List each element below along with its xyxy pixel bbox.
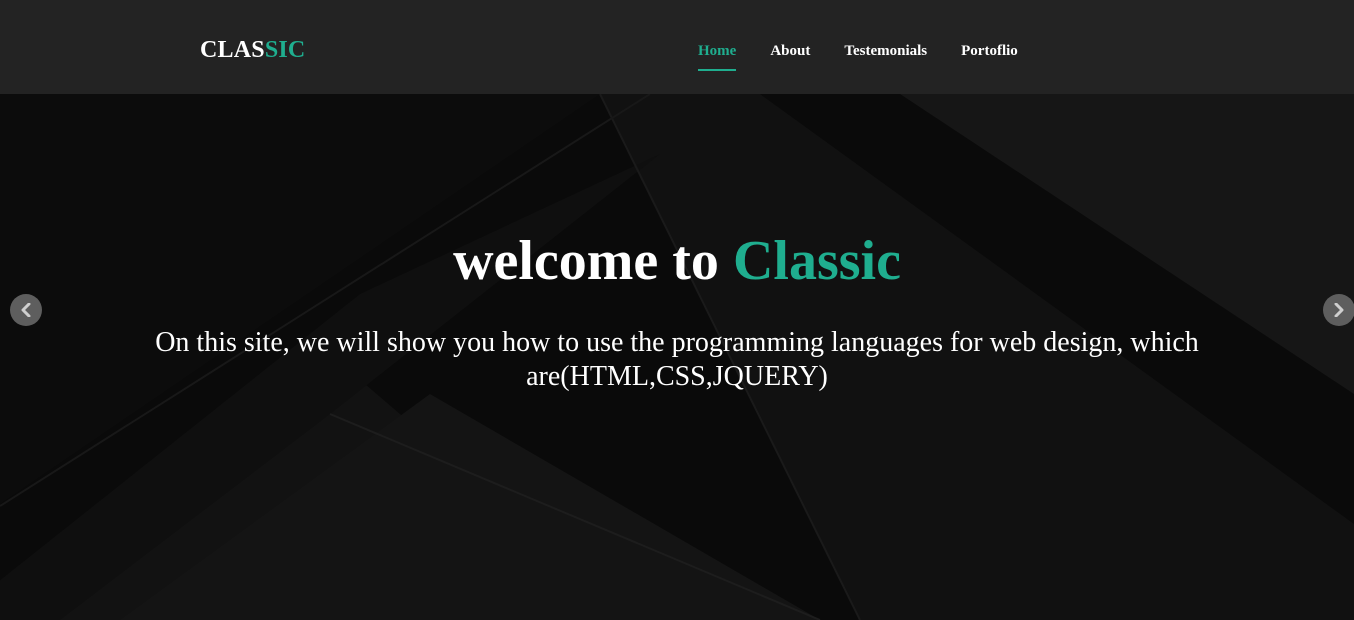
brand-text-accent: SIC: [264, 37, 306, 63]
hero-title-prefix: welcome to: [453, 230, 719, 292]
carousel-prev-button[interactable]: [10, 294, 42, 326]
hero-carousel: welcome to Classic On this site, we will…: [0, 94, 1354, 620]
nav-link-about[interactable]: About: [770, 42, 810, 60]
nav-link-home[interactable]: Home: [698, 42, 737, 71]
nav-link-portoflio[interactable]: Portoflio: [961, 42, 1018, 60]
main-nav: Home About Testemonials Portoflio: [698, 42, 1052, 71]
hero-subtitle: On this site, we will show you how to us…: [155, 327, 1199, 392]
hero-title: welcome to Classic: [0, 226, 1354, 296]
brand-text-primary: CLAS: [200, 37, 265, 63]
brand-logo[interactable]: CLASSIC: [200, 36, 305, 64]
chevron-left-icon: [21, 303, 31, 317]
chevron-right-icon: [1334, 303, 1344, 317]
carousel-next-button[interactable]: [1323, 294, 1354, 326]
navbar: CLASSIC Home About Testemonials Portofli…: [0, 0, 1354, 94]
hero-title-accent: Classic: [732, 230, 901, 292]
nav-link-testemonials[interactable]: Testemonials: [844, 42, 927, 60]
